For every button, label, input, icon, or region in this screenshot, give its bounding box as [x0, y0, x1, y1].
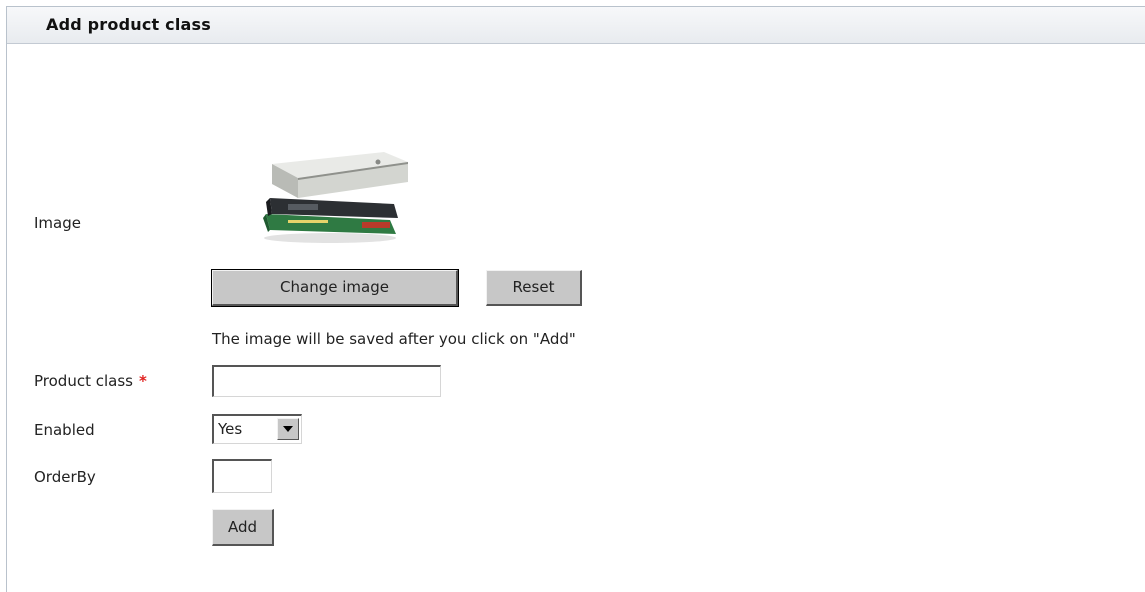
orderby-input[interactable]: [212, 459, 272, 493]
orderby-label: OrderBy: [34, 468, 96, 486]
add-button[interactable]: Add: [212, 509, 274, 546]
panel-title: Add product class: [46, 15, 211, 34]
reset-button[interactable]: Reset: [486, 270, 582, 306]
chevron-down-icon[interactable]: [277, 418, 299, 440]
enabled-select[interactable]: Yes: [212, 414, 302, 444]
product-image: [263, 152, 408, 243]
image-save-hint: The image will be saved after you click …: [212, 330, 576, 348]
required-star: *: [138, 372, 147, 390]
panel-header: Add product class: [7, 7, 1145, 44]
product-class-input[interactable]: [212, 365, 441, 397]
product-class-label-text: Product class: [34, 372, 133, 390]
change-image-button[interactable]: Change image: [211, 269, 459, 307]
product-class-label: Product class *: [34, 372, 147, 390]
image-label: Image: [34, 214, 81, 232]
enabled-select-value: Yes: [218, 420, 243, 438]
enabled-label: Enabled: [34, 421, 95, 439]
